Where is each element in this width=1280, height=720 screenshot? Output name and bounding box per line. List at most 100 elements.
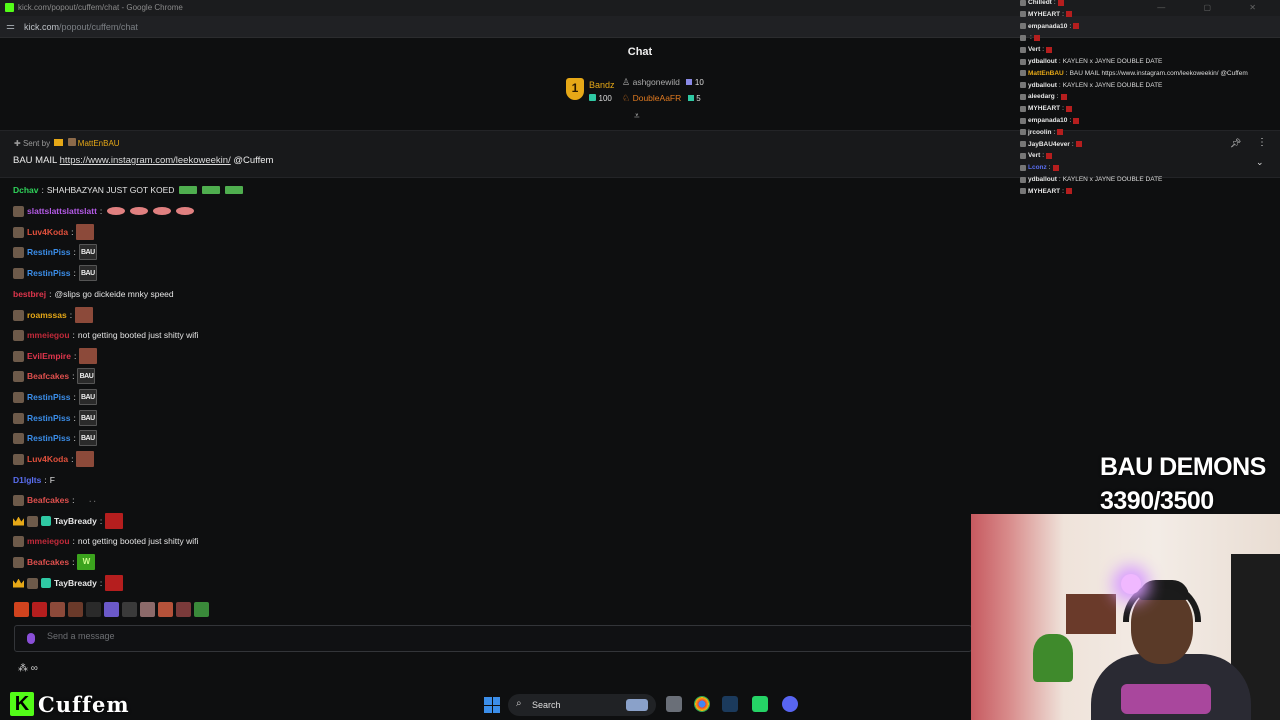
chat-username[interactable]: RestinPiss xyxy=(27,392,70,402)
chat-message[interactable]: TayBready: xyxy=(13,575,124,591)
microphone-icon[interactable] xyxy=(27,633,35,644)
chat-message[interactable]: Dchav: SHAHBAZYAN JUST GOT KOED xyxy=(13,182,244,198)
chat-username[interactable]: TayBready xyxy=(54,516,97,526)
chat-username[interactable]: RestinPiss xyxy=(27,413,70,423)
chat-message[interactable]: TayBready: xyxy=(13,513,124,529)
chat-message[interactable]: RestinPiss: BAU xyxy=(13,430,97,446)
chat-username[interactable]: bestbrej xyxy=(13,289,46,299)
leaderboard-third[interactable]: ♘ DoubleAaFR 5 xyxy=(622,93,701,104)
chat-message[interactable]: bestbrej: @slips go dickeide mnky speed xyxy=(13,286,174,302)
windows-start-icon[interactable] xyxy=(484,697,500,713)
steam-icon[interactable] xyxy=(722,696,738,712)
overlay-emote-icon xyxy=(1046,152,1053,159)
leaderboard-first[interactable]: Bandz xyxy=(589,80,615,90)
avatar xyxy=(13,226,24,238)
chat-username[interactable]: RestinPiss xyxy=(27,433,70,443)
chat-message[interactable]: roamssas: xyxy=(13,307,94,323)
bau-emote-icon: BAU xyxy=(78,389,97,405)
chat-message[interactable]: Luv4Koda: xyxy=(13,451,95,467)
face-emote-icon xyxy=(79,348,98,364)
message-input[interactable] xyxy=(47,631,647,641)
chat-username[interactable]: EvilEmpire xyxy=(27,351,71,361)
chat-username[interactable]: Beafcakes xyxy=(27,371,69,381)
recent-emote-icon[interactable] xyxy=(104,602,119,617)
w-emote-icon: W xyxy=(77,554,96,570)
scroll-down-icon[interactable]: ⩡ xyxy=(634,111,640,122)
url-path: /popout/cuffem/chat xyxy=(59,22,138,32)
overlay-username: jrcoolin xyxy=(1028,128,1052,136)
whatsapp-icon[interactable] xyxy=(752,696,768,712)
avatar xyxy=(1020,11,1026,18)
chevron-down-icon[interactable]: ⌄ xyxy=(1256,157,1264,168)
chat-username[interactable]: Dchav xyxy=(13,185,39,195)
pinned-mention[interactable]: @Cuffem xyxy=(233,155,273,166)
chrome-icon[interactable] xyxy=(694,696,710,712)
avatar xyxy=(1020,176,1026,183)
pinned-message[interactable]: ✚ Sent by MattEnBAU BAU MAIL https://www… xyxy=(0,130,1280,178)
chat-username[interactable]: mmeiegou xyxy=(27,330,70,340)
chat-message[interactable]: D1lgIts: F xyxy=(13,472,55,488)
chat-message[interactable]: RestinPiss: BAU xyxy=(13,410,97,426)
chat-message[interactable]: RestinPiss: BAU xyxy=(13,265,97,281)
recent-emote-icon[interactable] xyxy=(194,602,209,617)
overlay-username: MYHEART xyxy=(1028,187,1061,195)
recent-emote-icon[interactable] xyxy=(140,602,155,617)
site-info-icon[interactable]: ⚌ xyxy=(6,21,15,32)
recent-emote-icon[interactable] xyxy=(50,602,65,617)
recent-emote-icon[interactable] xyxy=(158,602,173,617)
recent-emote-icon[interactable] xyxy=(32,602,47,617)
pinned-link[interactable]: https://www.instagram.com/leekoweekin/ xyxy=(60,155,231,166)
address-bar[interactable]: ⚌ kick.com/popout/cuffem/chat xyxy=(0,16,1280,38)
leaderboard-first-value: 100 xyxy=(598,94,612,103)
chat-message[interactable]: mmeiegou: not getting booted just shitty … xyxy=(13,533,198,549)
chat-input-box[interactable] xyxy=(14,625,972,652)
chat-username[interactable]: Beafcakes xyxy=(27,557,69,567)
chat-username[interactable]: TayBready xyxy=(54,578,97,588)
leaderboard-second[interactable]: ♙ ashgonewild 10 xyxy=(622,77,704,88)
chat-message[interactable]: Beafcakes: W xyxy=(13,554,96,570)
overlay-chat-message: ydballout: KAYLEN x JAYNE DOUBLE DATE xyxy=(1020,80,1162,91)
pin-icon[interactable]: 📌︎ xyxy=(1230,138,1241,149)
discord-icon[interactable] xyxy=(782,696,798,712)
file-explorer-icon[interactable] xyxy=(666,696,682,712)
avatar xyxy=(1020,152,1026,159)
recent-emote-icon[interactable] xyxy=(68,602,83,617)
face-emote-icon xyxy=(75,307,94,323)
avatar xyxy=(13,453,24,465)
chat-username[interactable]: RestinPiss xyxy=(27,247,70,257)
pink-emote-icon xyxy=(176,207,195,215)
recent-emote-icon[interactable] xyxy=(86,602,101,617)
chat-message[interactable]: Beafcakes: . . xyxy=(13,492,107,508)
taskbar-search[interactable]: ⌕ Search xyxy=(508,694,656,716)
chat-message[interactable]: mmeiegou: not getting booted just shitty … xyxy=(13,327,198,343)
chat-message[interactable]: RestinPiss: BAU xyxy=(13,244,97,260)
chat-username[interactable]: roamssas xyxy=(27,310,67,320)
recent-emote-icon[interactable] xyxy=(14,602,29,617)
chat-message[interactable]: RestinPiss: BAU xyxy=(13,389,97,405)
recent-emote-icon[interactable] xyxy=(176,602,191,617)
window-controls[interactable]: — ▢ ✕ xyxy=(1157,3,1274,12)
more-options-icon[interactable]: ⋮ xyxy=(1257,137,1267,148)
chat-username[interactable]: Luv4Koda xyxy=(27,227,68,237)
avatar xyxy=(13,412,24,424)
chat-username[interactable]: Luv4Koda xyxy=(27,454,68,464)
chat-username[interactable]: Beafcakes xyxy=(27,495,69,505)
chat-username[interactable]: RestinPiss xyxy=(27,268,70,278)
chat-message[interactable]: EvilEmpire: xyxy=(13,348,98,364)
overlay-chat-message: Chilledt: xyxy=(1020,0,1064,8)
chat-username[interactable]: slattslattslattslatt xyxy=(27,206,97,216)
recent-emote-icon[interactable] xyxy=(122,602,137,617)
overlay-username: empanada10 xyxy=(1028,22,1068,30)
chat-message[interactable]: Luv4Koda: xyxy=(13,224,95,240)
kick-logo-icon: K xyxy=(10,692,34,716)
chat-username[interactable]: D1lgIts xyxy=(13,475,41,485)
username-separator: : xyxy=(1053,0,1056,6)
chat-tools[interactable]: ⁂ ∞ xyxy=(18,663,38,674)
chat-username[interactable]: mmeiegou xyxy=(27,536,70,546)
chat-message[interactable]: Beafcakes: BAU xyxy=(13,368,96,384)
username-separator: : xyxy=(1058,81,1061,89)
url-text[interactable]: kick.com/popout/cuffem/chat xyxy=(24,22,138,32)
chat-message[interactable]: slattslattslattslatt: xyxy=(13,203,195,219)
pinned-sender[interactable]: MattEnBAU xyxy=(78,139,120,148)
overlay-message-text: KAYLEN x JAYNE DOUBLE DATE xyxy=(1062,176,1163,183)
